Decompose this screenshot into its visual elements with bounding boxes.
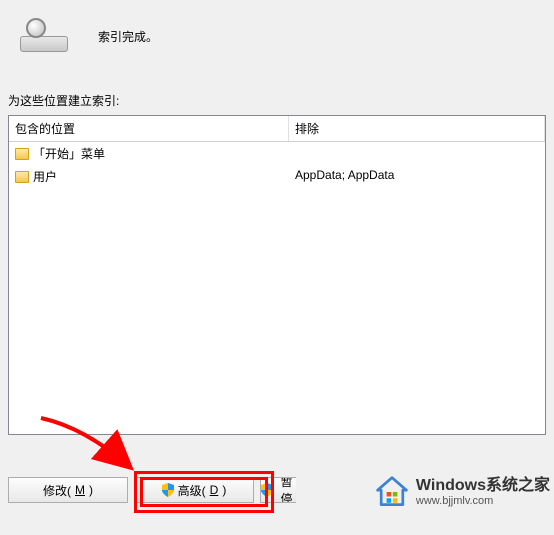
column-excluded[interactable]: 排除	[289, 116, 545, 141]
table-header: 包含的位置 排除	[9, 116, 545, 142]
house-icon	[374, 474, 410, 510]
button-bar: 修改(M) 高级(D) 暂停	[0, 467, 304, 513]
row-excluded	[289, 144, 545, 163]
column-included[interactable]: 包含的位置	[9, 116, 289, 141]
watermark-title: Windows系统之家	[416, 477, 550, 495]
folder-icon	[15, 148, 29, 160]
row-name: 「开始」菜单	[33, 145, 105, 162]
table-row[interactable]: 「开始」菜单	[9, 142, 545, 165]
folder-icon	[15, 171, 29, 183]
row-name: 用户	[33, 168, 57, 185]
watermark: Windows系统之家 www.bjjmlv.com	[374, 474, 550, 510]
watermark-url: www.bjjmlv.com	[416, 495, 550, 507]
locations-table: 包含的位置 排除 「开始」菜单 用户 AppData; AppData	[8, 115, 546, 435]
shield-icon	[261, 483, 273, 497]
row-excluded: AppData; AppData	[289, 167, 545, 186]
drive-search-icon	[20, 20, 68, 52]
advanced-button[interactable]: 高级(D)	[134, 477, 254, 503]
locations-label: 为这些位置建立索引:	[0, 82, 554, 115]
modify-button[interactable]: 修改(M)	[8, 477, 128, 503]
index-status-text: 索引完成。	[98, 28, 158, 45]
status-area: 索引完成。	[0, 0, 554, 82]
shield-icon	[162, 483, 174, 497]
pause-button[interactable]: 暂停	[260, 477, 296, 503]
table-row[interactable]: 用户 AppData; AppData	[9, 165, 545, 188]
table-body: 「开始」菜单 用户 AppData; AppData	[9, 142, 545, 434]
